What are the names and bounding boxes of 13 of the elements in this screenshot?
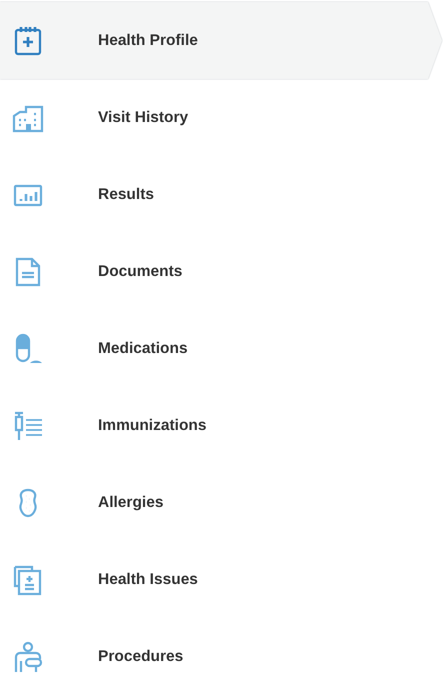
menu-item[interactable]: Medications (0, 310, 444, 387)
person-arm-icon (12, 640, 44, 672)
menu-item[interactable]: Results (0, 156, 444, 233)
syringe-list-icon (12, 410, 44, 442)
menu-item[interactable]: Health Profile (0, 2, 442, 79)
menu-item[interactable]: Documents (0, 233, 444, 310)
menu-item[interactable]: Procedures (0, 618, 444, 695)
stacked-pages-icon (12, 564, 44, 596)
calendar-plus-icon (12, 24, 44, 56)
menu-item[interactable]: Health Issues (0, 541, 444, 618)
menu-item[interactable]: Visit History (0, 79, 444, 156)
menu-item[interactable]: Immunizations (0, 387, 444, 464)
menu-item[interactable]: Allergies (0, 464, 444, 541)
